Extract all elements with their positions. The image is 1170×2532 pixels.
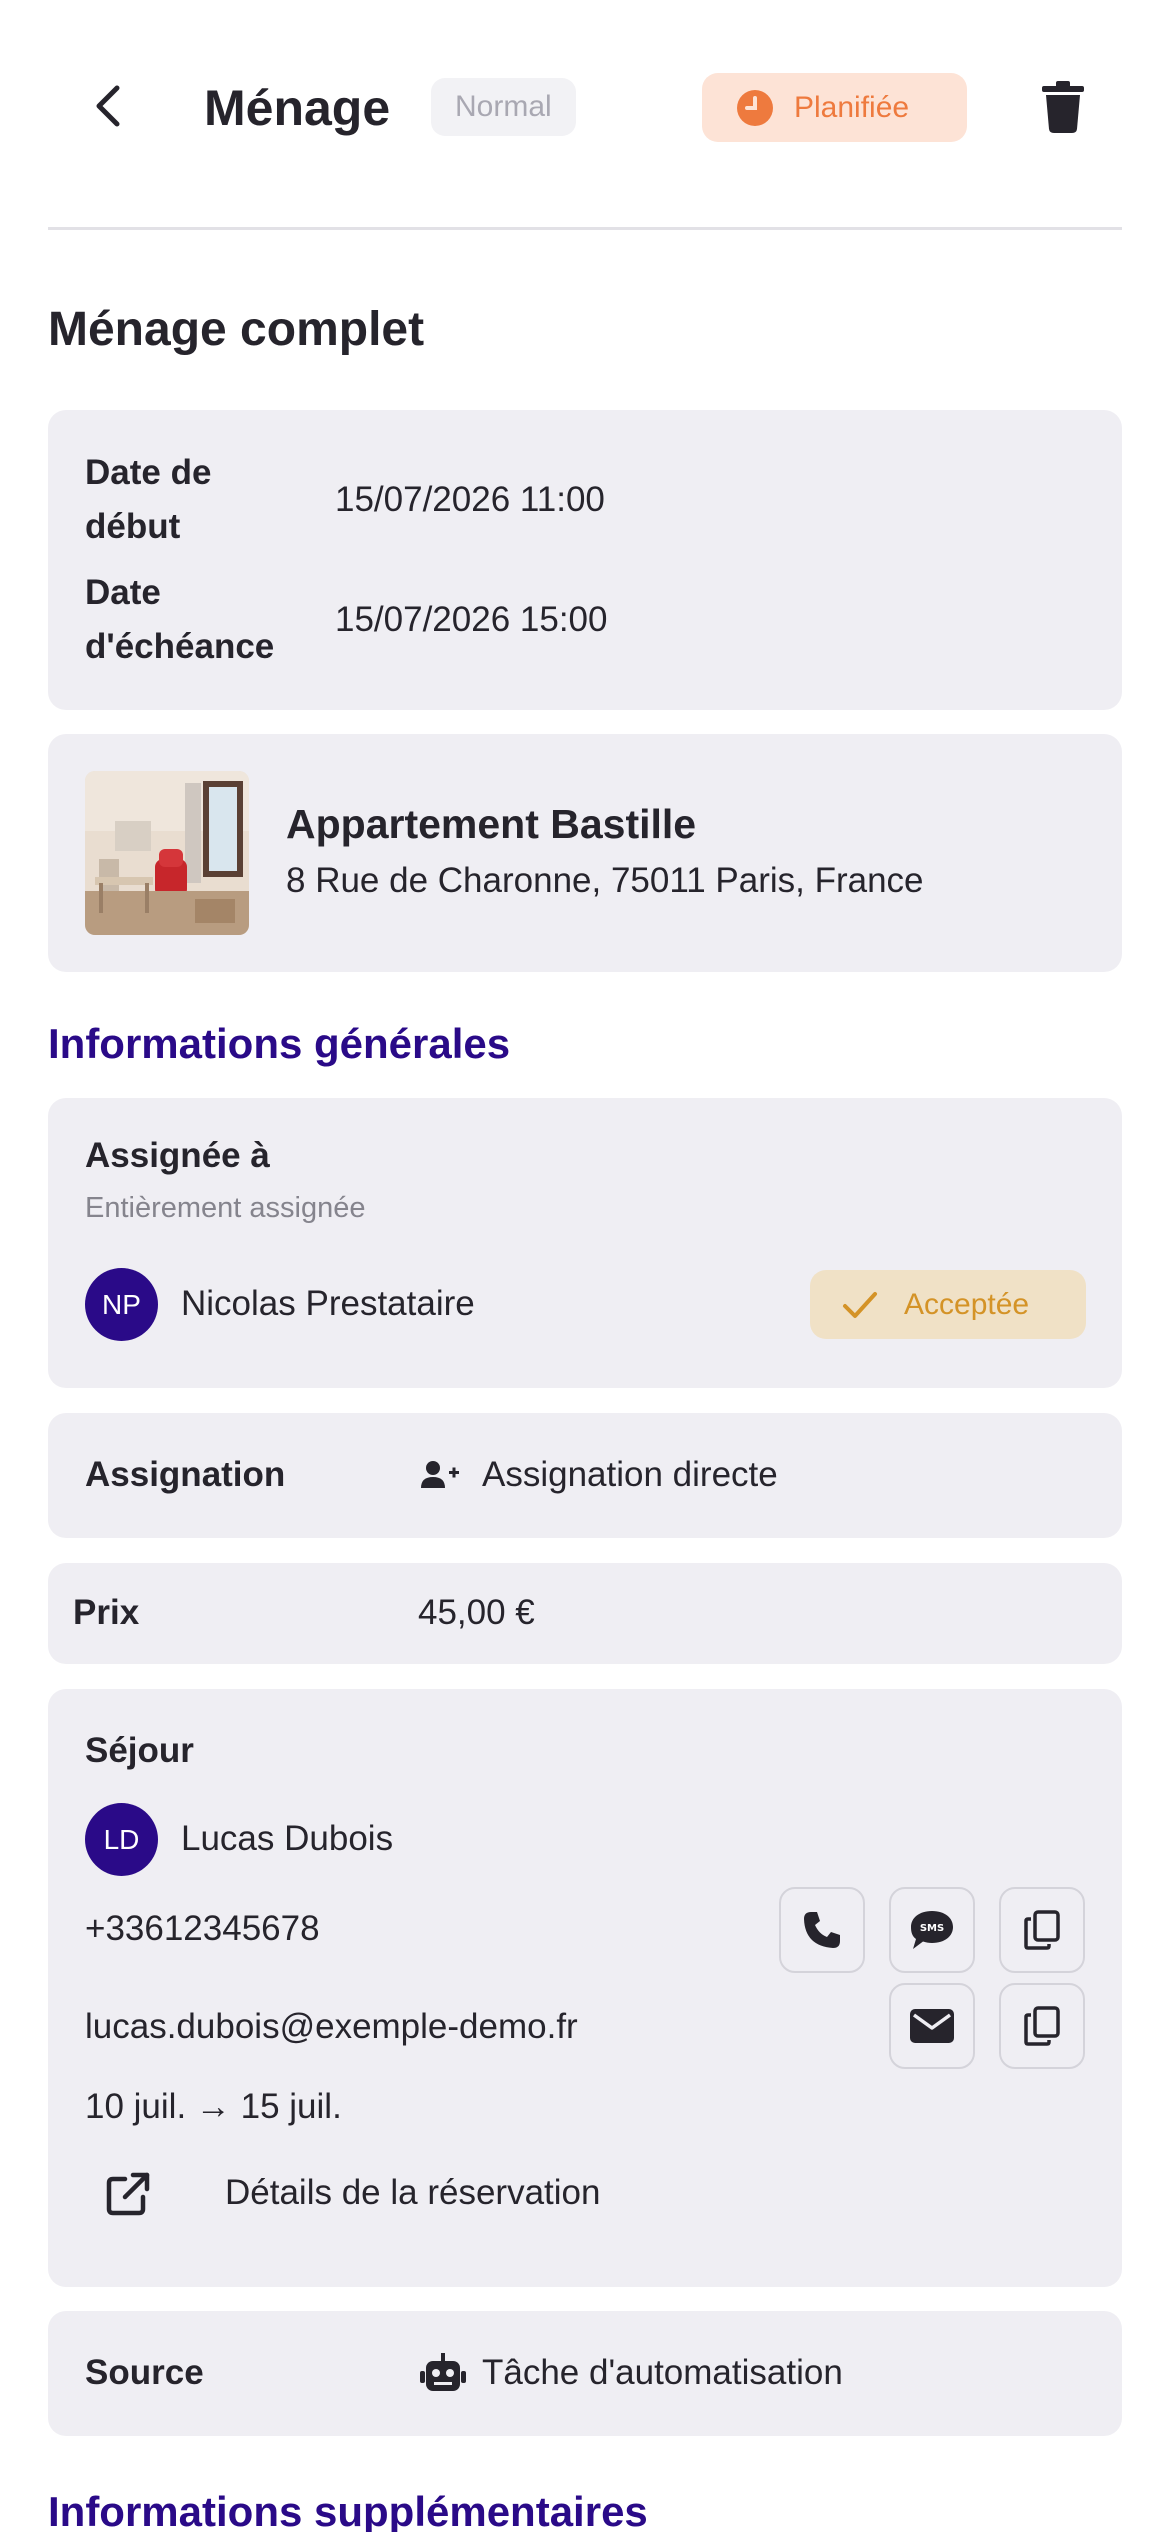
start-date-value: 15/07/2026 11:00 [335,480,605,519]
call-button[interactable] [779,1887,865,1973]
guest-name: Lucas Dubois [181,1819,394,1858]
source-value: Tâche d'automatisation [482,2353,843,2392]
header-divider [48,227,1122,230]
dates-card: Date de début 15/07/2026 11:00 Date d'éc… [48,410,1122,710]
acceptance-badge: Acceptée [810,1270,1086,1339]
header: Ménage Normal Planifiée [0,0,1170,228]
trash-icon [1042,81,1084,133]
assignee-avatar: NP [85,1268,158,1341]
source-card: Source Tâche d'automatisation [48,2311,1122,2436]
robot-icon [420,2353,466,2393]
stay-card: Séjour LD Lucas Dubois +33612345678 SMS … [48,1689,1122,2287]
page-title: Ménage [204,80,391,136]
delete-button[interactable] [1036,76,1090,138]
back-button[interactable] [80,78,136,134]
user-plus-icon [420,1457,460,1493]
guest-phone: +33612345678 [85,1909,320,1948]
due-date-label: Date d'échéance [85,573,275,666]
start-date-label: Date de début [85,453,212,546]
envelope-icon [910,2009,954,2043]
svg-text:SMS: SMS [920,1923,944,1934]
property-photo [85,771,249,935]
email-button[interactable] [889,1983,975,2069]
assignment-value: Assignation directe [482,1455,778,1494]
guest-email: lucas.dubois@exemple-demo.fr [85,2007,578,2046]
priority-badge: Normal [431,78,576,136]
stay-label: Séjour [85,1731,194,1770]
status-badge: Planifiée [702,73,967,142]
stay-dates: 10 juil. → 15 juil. [85,2087,342,2126]
price-label: Prix [73,1593,140,1632]
external-link-icon [103,2169,153,2219]
check-icon [843,1291,877,1318]
property-address: 8 Rue de Charonne, 75011 Paris, France [286,861,924,900]
assigned-card: Assignée à Entièrement assignée NP Nicol… [48,1098,1122,1388]
due-date-value: 15/07/2026 15:00 [335,600,608,639]
copy-icon [1024,1910,1060,1950]
copy-icon [1024,2006,1060,2046]
task-detail-page: Ménage Normal Planifiée Ménage complet D… [0,0,1170,2532]
assigned-label: Assignée à [85,1136,270,1175]
chevron-left-icon [96,85,120,127]
assigned-sublabel: Entièrement assignée [85,1192,366,1224]
reservation-details-label: Détails de la réservation [225,2173,601,2212]
phone-icon [804,1912,840,1948]
general-info-heading: Informations générales [48,1020,511,1067]
price-value: 45,00 € [418,1593,535,1632]
copy-phone-button[interactable] [999,1887,1085,1973]
assignment-label: Assignation [85,1455,286,1494]
property-name: Appartement Bastille [286,801,697,847]
copy-email-button[interactable] [999,1983,1085,2069]
extra-info-heading: Informations supplémentaires [48,2488,648,2532]
price-card: Prix 45,00 € [48,1563,1122,1664]
sms-button[interactable]: SMS [889,1887,975,1973]
source-label: Source [85,2353,204,2392]
status-label: Planifiée [794,90,910,124]
acceptance-label: Acceptée [904,1287,1030,1321]
sms-icon: SMS [911,1911,953,1949]
property-card[interactable]: Appartement Bastille 8 Rue de Charonne, … [48,734,1122,972]
assignee-name: Nicolas Prestataire [181,1284,475,1323]
assignment-card: Assignation Assignation directe [48,1413,1122,1538]
clock-icon [737,89,773,126]
reservation-details-link[interactable]: Détails de la réservation [103,2157,663,2227]
task-title: Ménage complet [48,303,425,356]
guest-avatar: LD [85,1803,158,1876]
